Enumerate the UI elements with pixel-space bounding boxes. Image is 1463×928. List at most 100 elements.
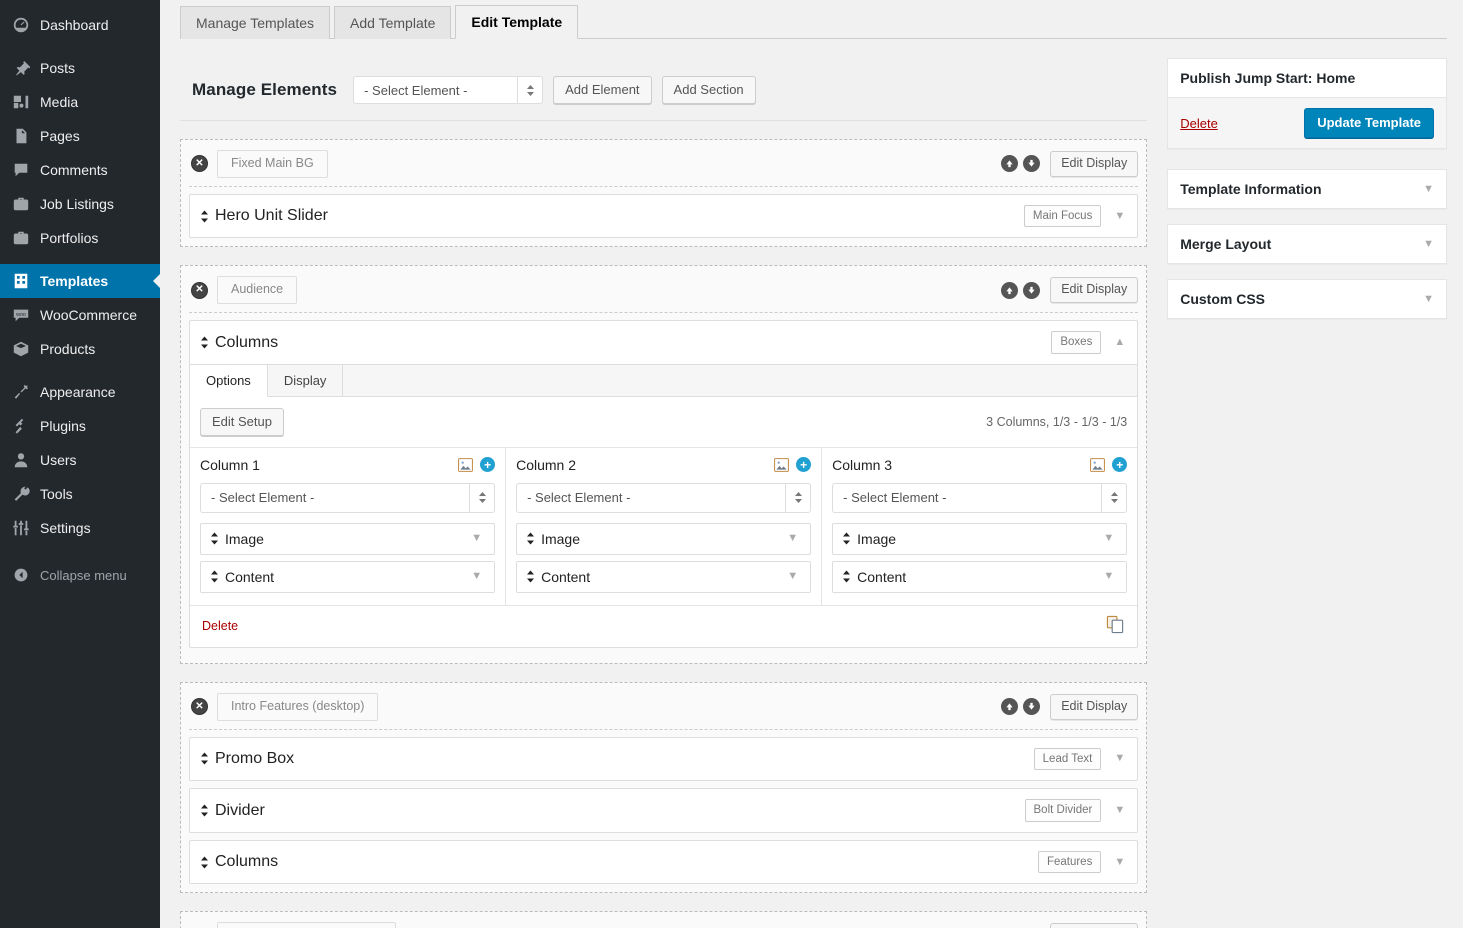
add-section-button[interactable]: Add Section bbox=[661, 76, 756, 104]
sidebar-item-portfolios[interactable]: Portfolios bbox=[0, 221, 160, 255]
close-icon[interactable]: ✕ bbox=[191, 155, 208, 173]
chevron-down-icon[interactable]: ▼ bbox=[467, 571, 486, 582]
chevron-down-icon[interactable]: ▼ bbox=[1110, 804, 1129, 816]
section-name-field[interactable]: Audience bbox=[217, 276, 298, 305]
edit-display-button[interactable]: Edit Display bbox=[1050, 693, 1139, 720]
sidebar-collapse-menu[interactable]: Collapse menu bbox=[0, 558, 160, 592]
sort-handle-icon[interactable] bbox=[210, 532, 219, 545]
meta-box-title[interactable]: Template Information ▼ bbox=[1168, 170, 1446, 208]
chevron-down-icon[interactable]: ▼ bbox=[783, 571, 802, 582]
meta-box-title[interactable]: Custom CSS ▼ bbox=[1168, 280, 1446, 318]
sort-handle-icon[interactable] bbox=[842, 570, 851, 583]
picture-icon[interactable] bbox=[1090, 457, 1106, 472]
sub-element-row[interactable]: Content ▼ bbox=[516, 560, 812, 593]
element-row[interactable]: Hero Unit Slider Main Focus ▼ bbox=[189, 193, 1139, 239]
chevron-down-icon[interactable]: ▼ bbox=[1110, 210, 1129, 222]
chevron-down-icon[interactable]: ▼ bbox=[1099, 571, 1118, 582]
add-element-button[interactable]: Add Element bbox=[553, 76, 652, 104]
section-name-field[interactable]: Fixed Main BG bbox=[217, 150, 328, 178]
sidebar-item-users[interactable]: Users bbox=[0, 443, 160, 477]
tab-manage-templates[interactable]: Manage Templates bbox=[180, 5, 331, 39]
element-select[interactable]: - Select Element - bbox=[516, 482, 812, 513]
section-name-field[interactable]: Intro Features (desktop) bbox=[217, 692, 379, 721]
chevron-down-icon[interactable]: ▼ bbox=[1423, 238, 1434, 250]
element-row[interactable]: Columns Features ▼ bbox=[189, 839, 1139, 885]
sort-handle-icon[interactable] bbox=[200, 210, 209, 223]
add-icon[interactable]: + bbox=[1112, 457, 1128, 473]
sidebar-item-plugins[interactable]: Plugins bbox=[0, 409, 160, 443]
picture-icon[interactable] bbox=[458, 457, 474, 472]
sub-element-row[interactable]: Content ▼ bbox=[200, 560, 496, 593]
sidebar-item-templates[interactable]: Templates bbox=[0, 264, 160, 298]
tab-add-template[interactable]: Add Template bbox=[334, 5, 452, 39]
delete-element-link[interactable]: Delete bbox=[202, 619, 238, 633]
section-name-field[interactable]: Promo Quote #1 and Video bbox=[217, 922, 397, 928]
edit-display-button[interactable]: Edit Display bbox=[1050, 923, 1139, 928]
subtab-options[interactable]: Options bbox=[190, 364, 268, 397]
element-row[interactable]: Divider Bolt Divider ▼ bbox=[189, 788, 1139, 833]
delete-template-link[interactable]: Delete bbox=[1180, 116, 1218, 131]
arrow-up-icon[interactable] bbox=[1001, 281, 1019, 299]
chevron-down-icon[interactable]: ▼ bbox=[467, 533, 486, 544]
close-icon[interactable]: ✕ bbox=[191, 698, 208, 716]
tab-edit-template[interactable]: Edit Template bbox=[455, 4, 579, 39]
chevron-down-icon[interactable]: ▼ bbox=[1099, 533, 1118, 544]
sort-handle-icon[interactable] bbox=[200, 336, 209, 349]
chevron-down-icon[interactable]: ▼ bbox=[1110, 753, 1129, 764]
sidebar-item-pages[interactable]: Pages bbox=[0, 119, 160, 153]
element-panel-footer: Delete bbox=[190, 604, 1138, 647]
element-tag: Bolt Divider bbox=[1024, 799, 1102, 822]
sidebar-item-posts[interactable]: Posts bbox=[0, 51, 160, 85]
sidebar-item-appearance[interactable]: Appearance bbox=[0, 375, 160, 409]
arrow-up-icon[interactable] bbox=[1001, 698, 1019, 716]
sort-handle-icon[interactable] bbox=[526, 570, 535, 583]
portfolio-icon bbox=[11, 228, 31, 248]
sub-element-row[interactable]: Image ▼ bbox=[832, 522, 1128, 555]
sidebar-item-woocommerce[interactable]: woo WooCommerce bbox=[0, 298, 160, 332]
sort-handle-icon[interactable] bbox=[200, 752, 209, 765]
edit-display-button[interactable]: Edit Display bbox=[1050, 277, 1139, 304]
duplicate-icon[interactable] bbox=[1106, 615, 1125, 637]
element-select[interactable]: - Select Element - bbox=[832, 482, 1128, 513]
arrow-down-icon[interactable] bbox=[1023, 698, 1041, 716]
picture-icon[interactable] bbox=[774, 457, 790, 472]
add-icon[interactable]: + bbox=[796, 457, 812, 473]
element-row[interactable]: Promo Box Lead Text ▼ bbox=[189, 736, 1139, 782]
chevron-down-icon[interactable]: ▼ bbox=[783, 533, 802, 544]
sort-handle-icon[interactable] bbox=[842, 532, 851, 545]
element-select[interactable]: - Select Element - bbox=[353, 76, 544, 104]
add-icon[interactable]: + bbox=[480, 457, 496, 473]
sort-handle-icon[interactable] bbox=[200, 804, 209, 817]
edit-setup-button[interactable]: Edit Setup bbox=[200, 407, 284, 436]
sub-element-row[interactable]: Content ▼ bbox=[832, 560, 1128, 593]
close-icon[interactable]: ✕ bbox=[191, 281, 208, 299]
element-tag: Boxes bbox=[1051, 331, 1102, 354]
sidebar-item-tools[interactable]: Tools bbox=[0, 477, 160, 511]
section-header: ✕Promo Quote #1 and VideoEdit Display bbox=[189, 918, 1139, 928]
sub-element-row[interactable]: Image ▼ bbox=[200, 522, 496, 555]
edit-display-button[interactable]: Edit Display bbox=[1050, 151, 1139, 177]
sidebar-item-comments[interactable]: Comments bbox=[0, 153, 160, 187]
sidebar-item-job-listings[interactable]: Job Listings bbox=[0, 187, 160, 221]
sub-element-row[interactable]: Image ▼ bbox=[516, 522, 812, 555]
sidebar-item-media[interactable]: Media bbox=[0, 85, 160, 119]
arrow-up-icon[interactable] bbox=[1001, 155, 1019, 173]
arrow-down-icon[interactable] bbox=[1023, 155, 1041, 173]
chevron-up-icon[interactable]: ▲ bbox=[1110, 336, 1129, 348]
subtab-display[interactable]: Display bbox=[268, 364, 344, 396]
meta-box-title[interactable]: Merge Layout ▼ bbox=[1168, 225, 1446, 263]
chevron-down-icon[interactable]: ▼ bbox=[1423, 293, 1434, 305]
sort-handle-icon[interactable] bbox=[210, 570, 219, 583]
sort-handle-icon[interactable] bbox=[526, 532, 535, 545]
chevron-down-icon[interactable]: ▼ bbox=[1423, 183, 1434, 195]
update-template-button[interactable]: Update Template bbox=[1304, 108, 1434, 138]
sidebar-item-settings[interactable]: Settings bbox=[0, 511, 160, 545]
sidebar-item-label: Portfolios bbox=[40, 230, 99, 246]
element-select[interactable]: - Select Element - bbox=[200, 482, 496, 513]
arrow-down-icon[interactable] bbox=[1023, 281, 1041, 299]
chevron-down-icon[interactable]: ▼ bbox=[1110, 856, 1129, 868]
user-icon bbox=[11, 450, 31, 470]
sort-handle-icon[interactable] bbox=[200, 856, 209, 869]
sidebar-item-dashboard[interactable]: Dashboard bbox=[0, 8, 160, 42]
sidebar-item-products[interactable]: Products bbox=[0, 332, 160, 366]
